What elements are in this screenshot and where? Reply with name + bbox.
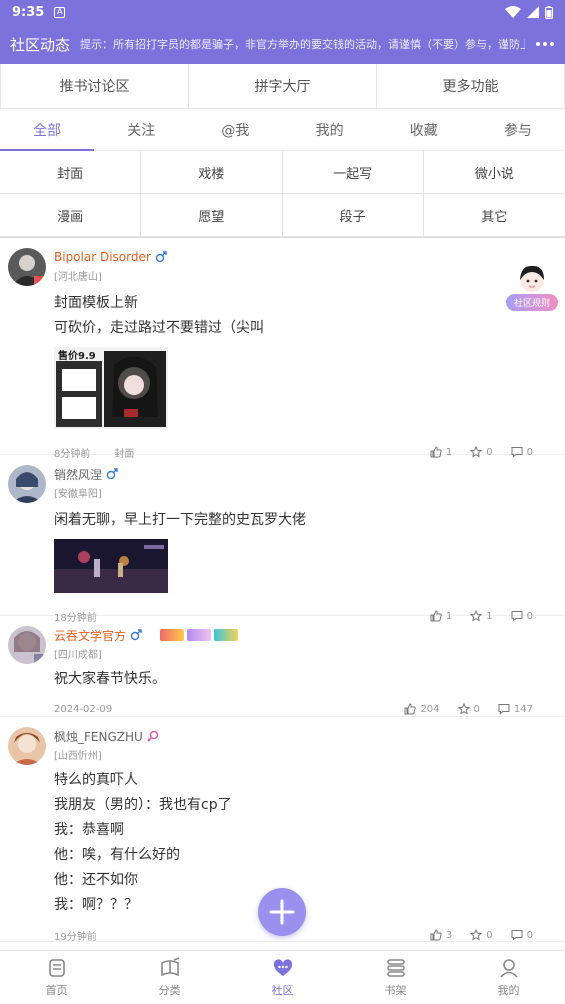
community-icon	[273, 959, 292, 976]
post-location: [安徽阜阳]	[54, 489, 102, 500]
post-time: 19分钟前	[54, 931, 97, 943]
post-item[interactable]: Bipolar Disorder [河北唐山] 封面模板上新 可砍价，走过路过不…	[0, 238, 565, 460]
post-line: 祝大家春节快乐。	[54, 671, 166, 687]
post-author[interactable]: 枫烛_FENGZHU	[54, 727, 551, 745]
post-author[interactable]: 云吞文学官方	[54, 626, 551, 644]
community-top-nav: 推书讨论区 拼字大厅 更多功能	[0, 64, 565, 109]
nav-category[interactable]: 分类	[113, 951, 226, 1004]
status-icons	[505, 5, 553, 19]
nav-community[interactable]: 社区	[226, 951, 339, 1004]
post-line: 他：还不如你	[54, 872, 138, 888]
community-rules-button[interactable]: 社区规则	[506, 265, 558, 315]
bookshelf-icon	[386, 959, 405, 977]
category-drama[interactable]: 戏楼	[141, 151, 283, 194]
bottom-nav: 首页 分类 社区 书架 我的	[0, 950, 565, 1004]
thumbs-up-icon	[430, 929, 442, 941]
signal-icon	[527, 6, 539, 18]
avatar[interactable]	[8, 465, 46, 503]
avatar[interactable]	[8, 248, 46, 286]
post-author[interactable]: Bipolar Disorder	[54, 248, 551, 266]
like-button[interactable]: 204	[404, 703, 440, 715]
more-options-icon[interactable]	[525, 42, 565, 46]
nav-book-discussion[interactable]: 推书讨论区	[0, 64, 189, 108]
female-icon	[147, 730, 158, 742]
category-other[interactable]: 其它	[423, 194, 565, 237]
tab-participated[interactable]: 参与	[471, 109, 565, 150]
comment-icon	[498, 704, 510, 715]
post-feed: Bipolar Disorder [河北唐山] 封面模板上新 可砍价，走过路过不…	[0, 238, 565, 950]
comment-icon	[511, 930, 523, 941]
vip-badge-purple-icon	[187, 629, 212, 641]
wifi-icon	[505, 6, 521, 18]
vip-badge-red-icon	[160, 629, 185, 641]
post-line: 闲着无聊，早上打一下完整的史瓦罗大佬	[54, 512, 306, 528]
post-location: [河北唐山]	[54, 272, 102, 283]
star-icon	[470, 929, 483, 941]
category-write-together[interactable]: 一起写	[282, 151, 424, 194]
post-author[interactable]: 销然风涅	[54, 465, 551, 483]
category-cover[interactable]: 封面	[0, 151, 142, 194]
profile-icon	[499, 959, 518, 978]
status-bar: 9:35 A	[0, 0, 565, 24]
post-image[interactable]	[54, 539, 168, 593]
nav-home[interactable]: 首页	[0, 951, 113, 1004]
notice-marquee[interactable]: 提示：所有招打字员的都是骗子，非官方举办的要交钱的活动，请谨慎（不要）参与，谨防…	[80, 36, 525, 52]
avatar[interactable]	[8, 727, 46, 765]
thumbs-up-icon	[404, 703, 417, 715]
avatar[interactable]	[8, 626, 46, 664]
post-line: 封面模板上新	[54, 295, 138, 311]
post-item[interactable]: 销然风涅 [安徽阜阳] 闲着无聊，早上打一下完整的史瓦罗大佬 18分钟前 1 1…	[0, 455, 565, 624]
post-location: [山西忻州]	[54, 751, 102, 762]
nav-bookshelf[interactable]: 书架	[339, 951, 452, 1004]
category-comics[interactable]: 漫画	[0, 194, 142, 237]
community-rules-label: 社区规则	[506, 294, 558, 311]
male-icon	[130, 629, 142, 641]
category-icon	[160, 957, 179, 977]
notification-a-icon: A	[54, 6, 66, 18]
battery-icon	[545, 5, 553, 19]
app-bar: 社区动态 提示：所有招打字员的都是骗子，非官方举办的要交钱的活动，请谨慎（不要）…	[0, 24, 565, 64]
post-line: 我朋友（男的）：我也有cp了	[54, 797, 232, 813]
comment-button[interactable]: 0	[511, 929, 533, 941]
male-icon	[106, 468, 118, 480]
plus-icon	[269, 899, 295, 925]
tab-following[interactable]: 关注	[94, 109, 188, 150]
post-item[interactable]: 云吞文学官方 [四川成都] 祝大家春节快乐。 2024-02-09 204 0 …	[0, 616, 565, 717]
post-time: 2024-02-09	[54, 703, 113, 715]
tab-mine[interactable]: 我的	[283, 109, 377, 150]
nav-typing-hall[interactable]: 拼字大厅	[189, 64, 377, 108]
post-line: 可砍价，走过路过不要错过（尖叫	[54, 320, 264, 336]
vip-badge-cyan-icon	[214, 629, 239, 641]
category-wishes[interactable]: 愿望	[141, 194, 283, 237]
home-icon	[48, 959, 65, 977]
tab-mentions[interactable]: @我	[188, 109, 282, 150]
tab-all[interactable]: 全部	[0, 109, 95, 151]
nav-profile[interactable]: 我的	[452, 951, 565, 1004]
favorite-button[interactable]: 0	[457, 703, 480, 715]
star-icon	[457, 703, 470, 715]
comment-button[interactable]: 147	[498, 703, 533, 715]
post-line: 我：恭喜啊	[54, 822, 124, 838]
post-line: 他：唉，有什么好的	[54, 847, 180, 863]
category-micro-fiction[interactable]: 微小说	[423, 151, 565, 194]
post-location: [四川成都]	[54, 650, 102, 661]
page-title: 社区动态	[10, 35, 71, 54]
vip-badges	[160, 629, 239, 641]
favorite-button[interactable]: 0	[470, 929, 493, 941]
new-post-button[interactable]	[258, 888, 306, 936]
post-line: 特么的真吓人	[54, 772, 138, 788]
tab-favorites[interactable]: 收藏	[377, 109, 471, 150]
male-icon	[155, 251, 167, 263]
mascot-icon	[520, 265, 544, 292]
post-image[interactable]: 售价9.9	[54, 347, 168, 429]
nav-more-features[interactable]: 更多功能	[377, 64, 565, 108]
clock: 9:35	[12, 4, 45, 20]
post-meta: 19分钟前 3 0 0	[54, 920, 551, 950]
feed-tabs: 全部 关注 @我 我的 收藏 参与	[0, 109, 565, 151]
image-price-text: 售价9.9	[58, 351, 96, 362]
category-grid: 封面 戏楼 一起写 微小说 漫画 愿望 段子 其它	[0, 151, 565, 238]
like-button[interactable]: 3	[430, 929, 452, 941]
category-jokes[interactable]: 段子	[282, 194, 424, 237]
